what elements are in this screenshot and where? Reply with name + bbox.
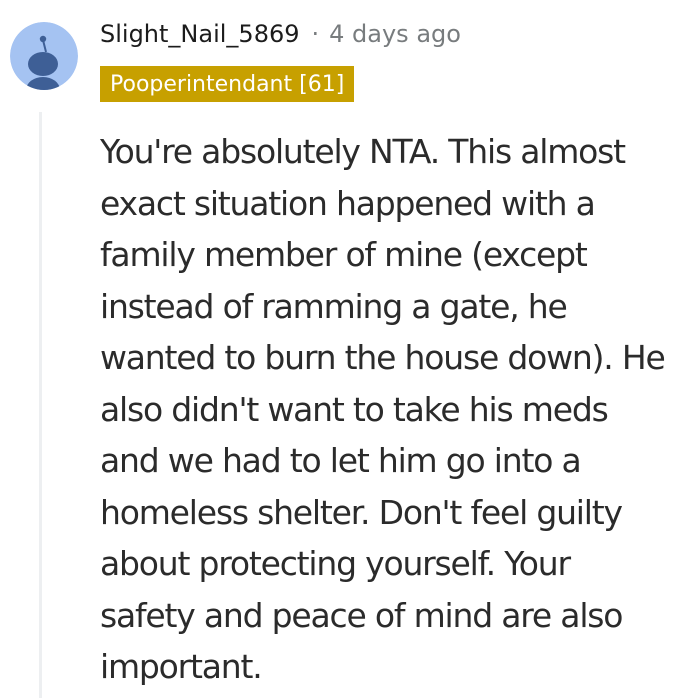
comment-body: You're absolutely NTA. This almost exact… (100, 126, 700, 693)
comment-body-line: You're absolutely NTA. This almost (100, 132, 626, 171)
comment-body-line: safety and peace of mind are also (100, 595, 623, 635)
comment-header: Slight_Nail_5869 · 4 days ago (100, 16, 461, 52)
comment-body-line: family member of mine (except (100, 235, 588, 274)
user-flair: Pooperintendant [61] (100, 66, 355, 102)
comment-body-line: and we had to let him go into a (100, 441, 582, 480)
comment: Slight_Nail_5869 · 4 days ago Pooperinte… (0, 0, 700, 698)
comment-body-line: about protecting yourself. Your (100, 544, 571, 583)
comment-body-line: exact situation happened with a (100, 183, 596, 223)
comment-body-line: wanted to burn the house down). He (100, 338, 666, 377)
user-avatar[interactable] (10, 22, 78, 90)
meta-separator: · (311, 20, 320, 48)
comment-body-line: homeless shelter. Don't feel guilty (100, 492, 623, 532)
thread-collapse-line[interactable] (39, 112, 42, 698)
comment-timestamp[interactable]: 4 days ago (329, 20, 461, 48)
comment-body-line: important. (100, 647, 263, 686)
username-link[interactable]: Slight_Nail_5869 (100, 20, 300, 48)
comment-body-line: instead of ramming a gate, he (100, 286, 568, 326)
comment-body-line: also didn't want to take his meds (100, 389, 609, 429)
reddit-snoo-avatar-icon (10, 22, 78, 90)
